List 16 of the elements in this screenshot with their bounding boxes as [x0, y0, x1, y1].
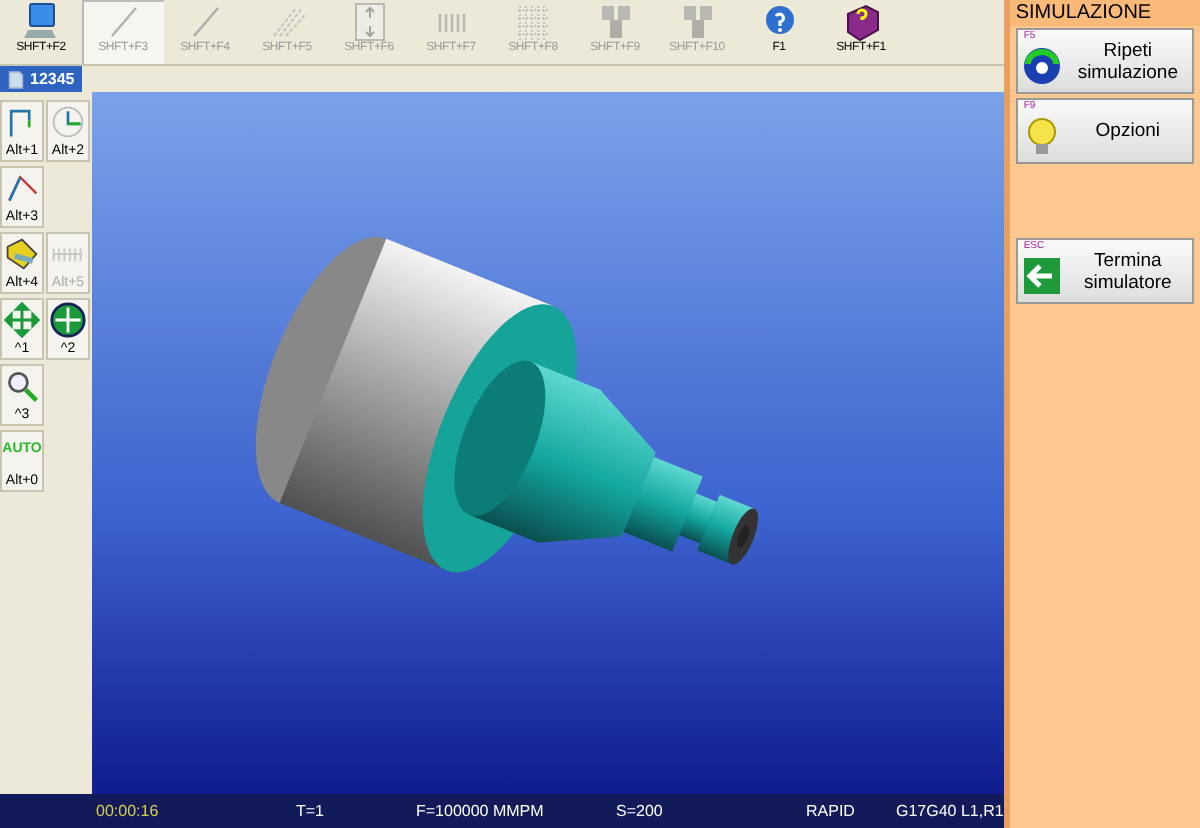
monitor-icon	[21, 2, 61, 42]
spindle-speed: S=200	[616, 802, 665, 820]
search-icon	[4, 368, 40, 404]
panel-title: SIMULAZIONE	[1009, 0, 1200, 26]
elapsed-time: 00:00:16	[96, 802, 161, 820]
book-icon	[841, 2, 881, 42]
g-codes: G17G40 L1,R1	[896, 802, 1004, 820]
motion-mode: RAPID	[806, 802, 857, 820]
document-tab[interactable]: 12345	[0, 66, 83, 92]
refresh-icon	[1021, 45, 1062, 85]
document-icon	[8, 69, 24, 89]
document-tab-label: 12345	[30, 70, 75, 88]
move-arrows-icon	[4, 302, 40, 338]
crosshair-icon	[50, 302, 86, 338]
tool-number: T=1	[296, 802, 327, 820]
feed-rate: F=100000 MMPM	[416, 802, 546, 820]
